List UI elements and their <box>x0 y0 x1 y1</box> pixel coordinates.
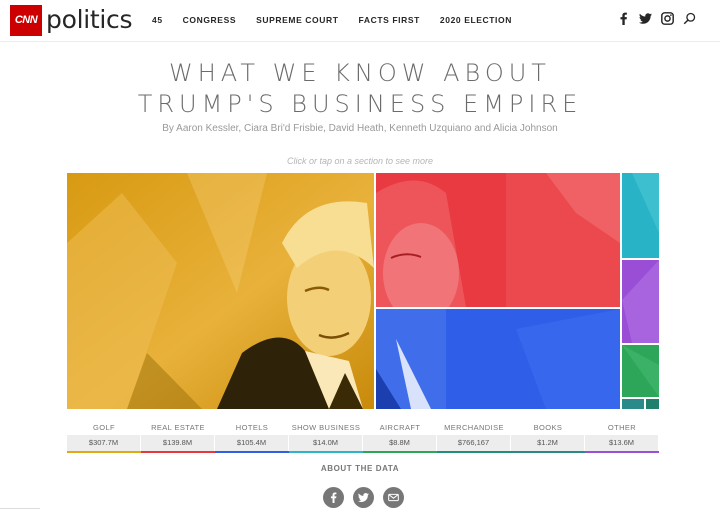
treemap-tile-hotels[interactable] <box>376 309 620 409</box>
treemap-tile-aircraft[interactable] <box>622 345 659 397</box>
treemap-tile-real-estate[interactable] <box>376 173 620 307</box>
legend-value: $14.0M <box>289 435 363 451</box>
treemap-tile-show-business[interactable] <box>622 173 659 258</box>
legend-item-real-estate[interactable]: REAL ESTATE $139.8M <box>141 421 215 453</box>
cnn-logo[interactable]: CNN <box>10 5 42 36</box>
treemap-tile-merchandise[interactable] <box>646 399 659 409</box>
about-the-data-link[interactable]: ABOUT THE DATA <box>0 464 720 473</box>
share-facebook-button[interactable] <box>323 487 344 508</box>
share-email-button[interactable] <box>383 487 404 508</box>
legend-color-bar <box>585 451 659 453</box>
nav-item-congress[interactable]: CONGRESS <box>183 15 236 25</box>
legend-color-bar <box>511 451 585 453</box>
legend-color-bar <box>67 451 141 453</box>
share-twitter-button[interactable] <box>353 487 374 508</box>
legend-value: $307.7M <box>67 435 141 451</box>
headline-line-1: WHAT WE KNOW ABOUT <box>169 59 551 87</box>
legend-value: $766,167 <box>437 435 511 451</box>
instagram-icon[interactable] <box>661 12 674 25</box>
legend-label: HOTELS <box>235 423 269 432</box>
legend-color-bar <box>141 451 215 453</box>
twitter-icon[interactable] <box>639 12 652 25</box>
legend-label: REAL ESTATE <box>151 423 205 432</box>
legend-color-bar <box>289 451 363 453</box>
legend-value: $8.8M <box>363 435 437 451</box>
legend-color-bar <box>363 451 437 453</box>
page-title: WHAT WE KNOW ABOUT TRUMP'S BUSINESS EMPI… <box>0 58 720 120</box>
header-social-links <box>617 12 696 25</box>
top-navigation-bar: CNN politics 45 CONGRESS SUPREME COURT F… <box>0 0 720 42</box>
legend-item-hotels[interactable]: HOTELS $105.4M <box>215 421 289 453</box>
treemap-tile-books[interactable] <box>622 399 644 409</box>
legend-item-books[interactable]: BOOKS $1.2M <box>511 421 585 453</box>
byline: By Aaron Kessler, Ciara Bri'd Frisbie, D… <box>162 123 558 134</box>
legend-item-show-business[interactable]: SHOW BUSINESS $14.0M <box>289 421 363 453</box>
headline-line-2: TRUMP'S BUSINESS EMPIRE <box>137 90 583 118</box>
legend-label: AIRCRAFT <box>379 423 421 432</box>
share-buttons <box>323 487 404 508</box>
facebook-icon <box>330 492 337 503</box>
legend-item-other[interactable]: OTHER $13.6M <box>585 421 659 453</box>
treemap-tile-other[interactable] <box>622 260 659 343</box>
legend-value: $139.8M <box>141 435 215 451</box>
legend-item-golf[interactable]: GOLF $307.7M <box>67 421 141 453</box>
treemap-legend: GOLF $307.7M REAL ESTATE $139.8M HOTELS … <box>67 421 659 453</box>
section-title[interactable]: politics <box>46 5 132 35</box>
nav-item-45[interactable]: 45 <box>152 15 163 25</box>
legend-label: MERCHANDISE <box>444 423 504 432</box>
legend-label: OTHER <box>607 423 637 432</box>
legend-value: $1.2M <box>511 435 585 451</box>
legend-color-bar <box>215 451 289 453</box>
legend-label: SHOW BUSINESS <box>291 423 361 432</box>
legend-color-bar <box>437 451 511 453</box>
nav-item-facts-first[interactable]: FACTS FIRST <box>359 15 420 25</box>
legend-label: GOLF <box>92 423 116 432</box>
main-nav: 45 CONGRESS SUPREME COURT FACTS FIRST 20… <box>152 15 532 25</box>
business-treemap <box>67 173 659 409</box>
legend-label: BOOKS <box>533 423 563 432</box>
facebook-icon[interactable] <box>617 12 630 25</box>
legend-item-aircraft[interactable]: AIRCRAFT $8.8M <box>363 421 437 453</box>
search-icon[interactable] <box>683 12 696 25</box>
legend-value: $105.4M <box>215 435 289 451</box>
twitter-icon <box>358 493 369 502</box>
treemap-instruction: Click or tap on a section to see more <box>286 156 434 166</box>
email-icon <box>388 493 399 502</box>
nav-item-2020-election[interactable]: 2020 ELECTION <box>440 15 512 25</box>
nav-item-supreme-court[interactable]: SUPREME COURT <box>256 15 338 25</box>
treemap-tile-golf[interactable] <box>67 173 374 409</box>
legend-item-merchandise[interactable]: MERCHANDISE $766,167 <box>437 421 511 453</box>
legend-value: $13.6M <box>585 435 659 451</box>
